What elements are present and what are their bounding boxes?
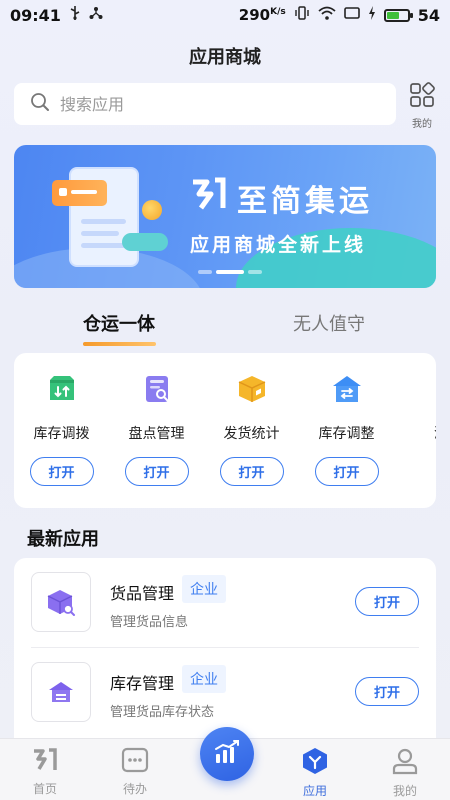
tab-warehouse-transport[interactable]: 仓运一体 — [83, 310, 155, 336]
apps-card: 库存调拨 打开 盘点管理 打开 发货统计 打开 库存调整 打开 溢损 打 — [14, 353, 436, 508]
app-name: 库存管理 — [110, 674, 175, 693]
page-title: 应用商城 — [189, 47, 261, 68]
battery-fill — [386, 11, 399, 19]
charging-icon — [368, 6, 376, 24]
status-time: 09:41 — [10, 5, 61, 25]
vibrate-icon — [294, 6, 310, 24]
inventory-transfer-icon — [46, 373, 78, 405]
list-item-inventory[interactable]: 库存管理 企业 管理货品库存状态 打开 — [14, 648, 436, 738]
app-item-inventory-transfer[interactable]: 库存调拨 打开 — [14, 373, 109, 493]
enterprise-tag: 企业 — [182, 665, 226, 693]
mine-apps-button[interactable]: 我的 — [402, 82, 442, 130]
status-bar: 09:41 290K/s 54 — [0, 0, 450, 30]
search-bar[interactable] — [14, 83, 396, 125]
app-item-stocktake[interactable]: 盘点管理 打开 — [109, 373, 204, 493]
home-logo-icon — [31, 747, 59, 777]
open-button[interactable]: 打开 — [314, 457, 379, 486]
app-description: 管理货品库存状态 — [110, 705, 215, 720]
banner-slogan: 应用商城全新上线 — [190, 234, 367, 256]
nav-todo[interactable]: 待办 — [105, 747, 165, 797]
goods-cube-icon — [31, 572, 91, 632]
banner-brand: 至简集运 — [189, 175, 373, 221]
usb-icon — [69, 6, 81, 24]
app-name: 库存调整 — [318, 426, 375, 442]
category-tabs: 仓运一体 无人值守 — [0, 305, 450, 350]
nav-label: 首页 — [32, 782, 57, 796]
carousel-indicator — [198, 270, 262, 274]
promo-banner[interactable]: 至简集运 应用商城全新上线 — [14, 145, 436, 288]
app-item-overflow-loss[interactable]: 溢损 打 — [394, 373, 436, 493]
search-input[interactable] — [60, 94, 360, 114]
apps-grid-icon — [409, 82, 435, 112]
mine-apps-label: 我的 — [412, 119, 432, 130]
list-item-goods[interactable]: 货品管理 企业 管理货品信息 打开 — [14, 558, 436, 648]
battery-percent: 54 — [417, 5, 440, 25]
app-item-inventory-adjust[interactable]: 库存调整 打开 — [299, 373, 394, 493]
apps-hexagon-icon — [301, 747, 329, 779]
nav-mine[interactable]: 我的 — [375, 747, 435, 799]
overflow-loss-icon — [426, 373, 437, 405]
network-speed: 290K/s — [238, 6, 286, 24]
tab-unattended[interactable]: 无人值守 — [293, 310, 365, 336]
open-button[interactable]: 打开 — [29, 457, 94, 486]
stats-fab-button[interactable] — [200, 727, 254, 781]
screen-icon — [343, 6, 360, 24]
nav-home[interactable]: 首页 — [15, 747, 75, 797]
section-title-latest: 最新应用 — [27, 529, 99, 550]
app-name: 溢损 — [434, 423, 436, 443]
warehouse-icon — [31, 662, 91, 722]
open-button[interactable]: 打开 — [355, 677, 419, 706]
app-name: 发货统计 — [223, 426, 280, 442]
app-name: 库存调拨 — [33, 426, 90, 442]
open-button[interactable]: 打开 — [219, 457, 284, 486]
user-profile-icon — [391, 747, 419, 779]
nav-apps[interactable]: 应用 — [285, 747, 345, 799]
pill-illustration — [122, 233, 168, 251]
app-name: 盘点管理 — [128, 426, 185, 442]
app-item-shipment-stats[interactable]: 发货统计 打开 — [204, 373, 299, 493]
share-icon — [89, 6, 103, 24]
app-name: 货品管理 — [110, 584, 175, 603]
coin-illustration — [142, 200, 162, 220]
nav-label: 应用 — [302, 784, 327, 798]
battery-icon — [383, 8, 413, 22]
todo-icon — [121, 747, 149, 777]
wifi-icon — [318, 6, 336, 24]
bar-chart-icon — [213, 739, 241, 769]
message-card-illustration — [52, 180, 107, 206]
app-description: 管理货品信息 — [110, 615, 189, 630]
open-button[interactable]: 打开 — [355, 587, 419, 616]
brand-logo-icon — [189, 176, 229, 220]
stocktake-icon — [141, 373, 173, 405]
open-button[interactable]: 打开 — [124, 457, 189, 486]
active-tab-indicator — [83, 342, 156, 346]
search-icon — [30, 92, 50, 116]
nav-label: 我的 — [392, 784, 417, 798]
inventory-adjust-icon — [331, 373, 363, 405]
nav-label: 待办 — [122, 782, 147, 796]
shipment-box-icon — [236, 373, 268, 405]
enterprise-tag: 企业 — [182, 575, 226, 603]
